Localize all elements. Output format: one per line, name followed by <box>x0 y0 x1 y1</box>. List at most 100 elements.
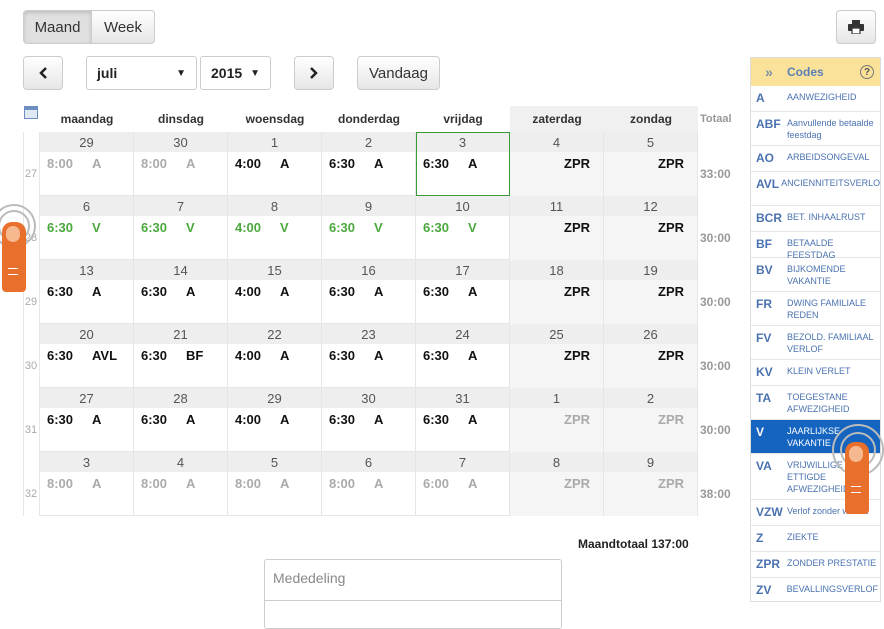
message-textarea[interactable]: Mededeling <box>264 559 562 629</box>
day-cell[interactable]: 8 ZPR <box>510 452 604 516</box>
day-cell[interactable]: 27 6:30 A <box>40 388 134 452</box>
code-item-kv[interactable]: KV KLEIN VERLET <box>751 360 880 386</box>
day-cell[interactable]: 14 6:30 A <box>134 260 228 324</box>
code-item-zpr[interactable]: ZPR ZONDER PRESTATIE <box>751 552 880 578</box>
code-item-abf[interactable]: ABF Aanvullende betaalde feestdag <box>751 112 880 146</box>
code-description: DWING FAMILIALE REDEN <box>787 298 867 320</box>
code-key: BV <box>756 263 773 277</box>
day-cell[interactable]: 6 8:00 A <box>322 452 416 516</box>
day-cell[interactable]: 8 4:00 V <box>228 196 322 260</box>
day-body: 6:30 AVL <box>40 344 133 388</box>
month-select[interactable]: juli ▼ <box>86 56 197 90</box>
day-number: 11 <box>510 196 603 216</box>
day-hours: 6:30 <box>47 412 74 427</box>
day-cell[interactable]: 4 8:00 A <box>134 452 228 516</box>
day-number: 2 <box>604 388 697 408</box>
day-cell[interactable]: 9 ZPR <box>604 452 698 516</box>
code-item-fv[interactable]: FV BEZOLD. FAMILIAAL VERLOF <box>751 326 880 360</box>
day-hours: 6:30 <box>47 284 74 299</box>
day-number: 8 <box>510 452 603 472</box>
code-item-ao[interactable]: AO ARBEIDSONGEVAL <box>751 146 880 172</box>
day-code: A <box>468 348 478 363</box>
day-cell[interactable]: 7 6:30 V <box>134 196 228 260</box>
day-code: A <box>374 156 384 171</box>
codes-title: Codes <box>787 65 824 79</box>
code-item-avl[interactable]: AVL ANCIENNITEITSVERLOF <box>751 172 880 206</box>
day-cell[interactable]: 5 ZPR <box>604 132 698 196</box>
next-month-button[interactable] <box>294 56 334 90</box>
day-cell[interactable]: 7 6:00 A <box>416 452 510 516</box>
day-cell[interactable]: 24 6:30 A <box>416 324 510 388</box>
today-button[interactable]: Vandaag <box>357 56 440 90</box>
day-cell[interactable]: 3 8:00 A <box>40 452 134 516</box>
print-button[interactable] <box>836 10 876 44</box>
day-body: 6:30 A <box>416 408 509 452</box>
day-cell[interactable]: 10 6:30 V <box>416 196 510 260</box>
day-number: 29 <box>40 132 133 152</box>
day-code: A <box>468 156 478 171</box>
day-cell[interactable]: 6 6:30 V <box>40 196 134 260</box>
week-view-button[interactable]: Week <box>91 10 155 44</box>
day-cell[interactable]: 16 6:30 A <box>322 260 416 324</box>
day-cell[interactable]: 13 6:30 A <box>40 260 134 324</box>
code-item-fr[interactable]: FR DWING FAMILIALE REDEN <box>751 292 880 326</box>
day-cell[interactable]: 17 6:30 A <box>416 260 510 324</box>
day-cell[interactable]: 30 6:30 A <box>322 388 416 452</box>
day-cell[interactable]: 18 ZPR <box>510 260 604 324</box>
year-select[interactable]: 2015 ▼ <box>200 56 271 90</box>
code-item-z[interactable]: Z ZIEKTE <box>751 526 880 552</box>
month-view-button[interactable]: Maand <box>23 10 92 44</box>
day-cell[interactable]: 20 6:30 AVL <box>40 324 134 388</box>
expand-chevron-icon[interactable]: » <box>751 64 787 80</box>
day-cell[interactable]: 11 ZPR <box>510 196 604 260</box>
code-item-bf[interactable]: BF BETAALDE FEESTDAG <box>751 232 880 260</box>
day-body: 6:30 A <box>134 280 227 324</box>
day-cell[interactable]: 25 ZPR <box>510 324 604 388</box>
day-cell[interactable]: 3 6:30 A <box>416 132 510 196</box>
day-cell[interactable]: 21 6:30 BF <box>134 324 228 388</box>
day-code: A <box>92 156 102 171</box>
day-code: A <box>186 156 196 171</box>
day-cell[interactable]: 1 4:00 A <box>228 132 322 196</box>
day-cell[interactable]: 26 ZPR <box>604 324 698 388</box>
day-cell[interactable]: 22 4:00 A <box>228 324 322 388</box>
help-icon[interactable]: ? <box>860 65 874 79</box>
day-cell[interactable]: 9 6:30 V <box>322 196 416 260</box>
day-cell[interactable]: 29 8:00 A <box>40 132 134 196</box>
code-item-bv[interactable]: BV BIJKOMENDE VAKANTIE <box>751 258 880 292</box>
code-key: TA <box>756 391 772 405</box>
day-code: V <box>374 220 383 235</box>
code-item-bcr[interactable]: BCR BET. INHAALRUST <box>751 206 880 232</box>
day-code: A <box>374 412 384 427</box>
code-item-zv[interactable]: ZV BEVALLINGSVERLOF <box>751 578 880 601</box>
previous-month-button[interactable] <box>23 56 63 90</box>
day-cell[interactable]: 5 8:00 A <box>228 452 322 516</box>
day-cell[interactable]: 31 6:30 A <box>416 388 510 452</box>
calendar-icon[interactable] <box>24 106 38 119</box>
day-cell[interactable]: 30 8:00 A <box>134 132 228 196</box>
day-cell[interactable]: 4 ZPR <box>510 132 604 196</box>
code-item-a[interactable]: A AANWEZIGHEID <box>751 86 880 112</box>
day-number: 6 <box>322 452 415 472</box>
code-item-ta[interactable]: TA TOEGESTANE AFWEZIGHEID <box>751 386 880 420</box>
week-number: 31 <box>24 424 38 436</box>
day-cell[interactable]: 19 ZPR <box>604 260 698 324</box>
day-cell[interactable]: 29 4:00 A <box>228 388 322 452</box>
day-cell[interactable]: 2 ZPR <box>604 388 698 452</box>
week-row: 27 29 8:00 A 30 8:00 A 1 4:00 A 2 6:30 A 3 6:30 A 4 ZPR 5 Z… <box>23 132 735 196</box>
week-total: 30:00 <box>700 359 731 373</box>
day-cell[interactable]: 28 6:30 A <box>134 388 228 452</box>
day-code: ZPR <box>658 348 684 363</box>
day-hours: 6:30 <box>141 220 168 235</box>
day-hours: 8:00 <box>329 476 356 491</box>
day-cell[interactable]: 1 ZPR <box>510 388 604 452</box>
day-cell[interactable]: 23 6:30 A <box>322 324 416 388</box>
day-hours: 8:00 <box>47 156 74 171</box>
day-cell[interactable]: 12 ZPR <box>604 196 698 260</box>
day-header-zondag: zondag <box>604 106 698 132</box>
day-number: 28 <box>134 388 227 408</box>
day-cell[interactable]: 2 6:30 A <box>322 132 416 196</box>
day-cell[interactable]: 15 4:00 A <box>228 260 322 324</box>
day-header-maandag: maandag <box>60 112 114 126</box>
day-body: 6:30 A <box>134 408 227 452</box>
